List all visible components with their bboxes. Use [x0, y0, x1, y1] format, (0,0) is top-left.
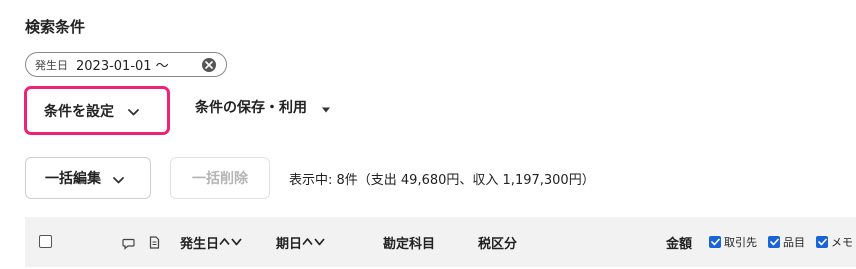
comment-icon: [122, 235, 135, 254]
header-due-label: 期日: [276, 237, 303, 252]
header-amount-label: 金額: [666, 237, 693, 252]
document-icon: [149, 234, 160, 253]
checkbox-checked-icon[interactable]: [816, 236, 828, 248]
date-filter-chip[interactable]: 発生日 2023-01-01 〜: [25, 52, 227, 77]
save-use-label: 条件の保存・利用: [195, 100, 307, 116]
sort-toggle-icon[interactable]: [302, 235, 326, 250]
caret-down-icon: [321, 98, 331, 117]
chip-key-label: 発生日: [35, 58, 68, 72]
close-icon[interactable]: [202, 58, 216, 72]
header-amount: 金額: [666, 233, 692, 252]
header-account-label: 勘定科目: [383, 237, 436, 252]
toggle-item-column[interactable]: 品目: [768, 234, 805, 250]
set-conditions-button[interactable]: 条件を設定: [24, 86, 170, 135]
toggle-partner-column[interactable]: 取引先: [709, 234, 757, 250]
option-partner-label: 取引先: [724, 236, 757, 249]
chevron-down-icon: [113, 169, 124, 188]
toggle-memo-column[interactable]: メモ: [816, 234, 853, 250]
set-conditions-label: 条件を設定: [44, 103, 114, 120]
chip-value-label: 2023-01-01 〜: [76, 59, 169, 74]
chevron-down-icon: [128, 101, 139, 120]
sort-toggle-icon[interactable]: [219, 235, 243, 250]
select-all-checkbox[interactable]: [39, 235, 52, 248]
header-tax-label: 税区分: [478, 237, 518, 252]
bulk-edit-button[interactable]: 一括編集: [25, 157, 151, 199]
checkbox-checked-icon[interactable]: [709, 236, 721, 248]
header-due-date[interactable]: 期日: [276, 233, 326, 252]
header-account: 勘定科目: [383, 233, 435, 252]
header-date-label: 発生日: [180, 237, 220, 252]
table-header-row: 発生日 期日 勘定科目 税区分 金額 取引先 品目 メモ: [25, 217, 856, 267]
bulk-edit-label: 一括編集: [45, 171, 101, 187]
bulk-delete-button[interactable]: 一括削除: [170, 157, 270, 199]
bulk-delete-label: 一括削除: [192, 171, 248, 187]
save-use-conditions-button[interactable]: 条件の保存・利用: [195, 97, 331, 117]
display-status-text: 表示中: 8件（支出 49,680円、収入 1,197,300円）: [289, 173, 595, 188]
header-tax: 税区分: [478, 233, 517, 252]
header-date[interactable]: 発生日: [180, 233, 243, 252]
option-memo-label: メモ: [831, 236, 853, 249]
checkbox-checked-icon[interactable]: [768, 236, 780, 248]
search-conditions-title: 検索条件: [25, 18, 86, 36]
option-item-label: 品目: [783, 236, 805, 249]
